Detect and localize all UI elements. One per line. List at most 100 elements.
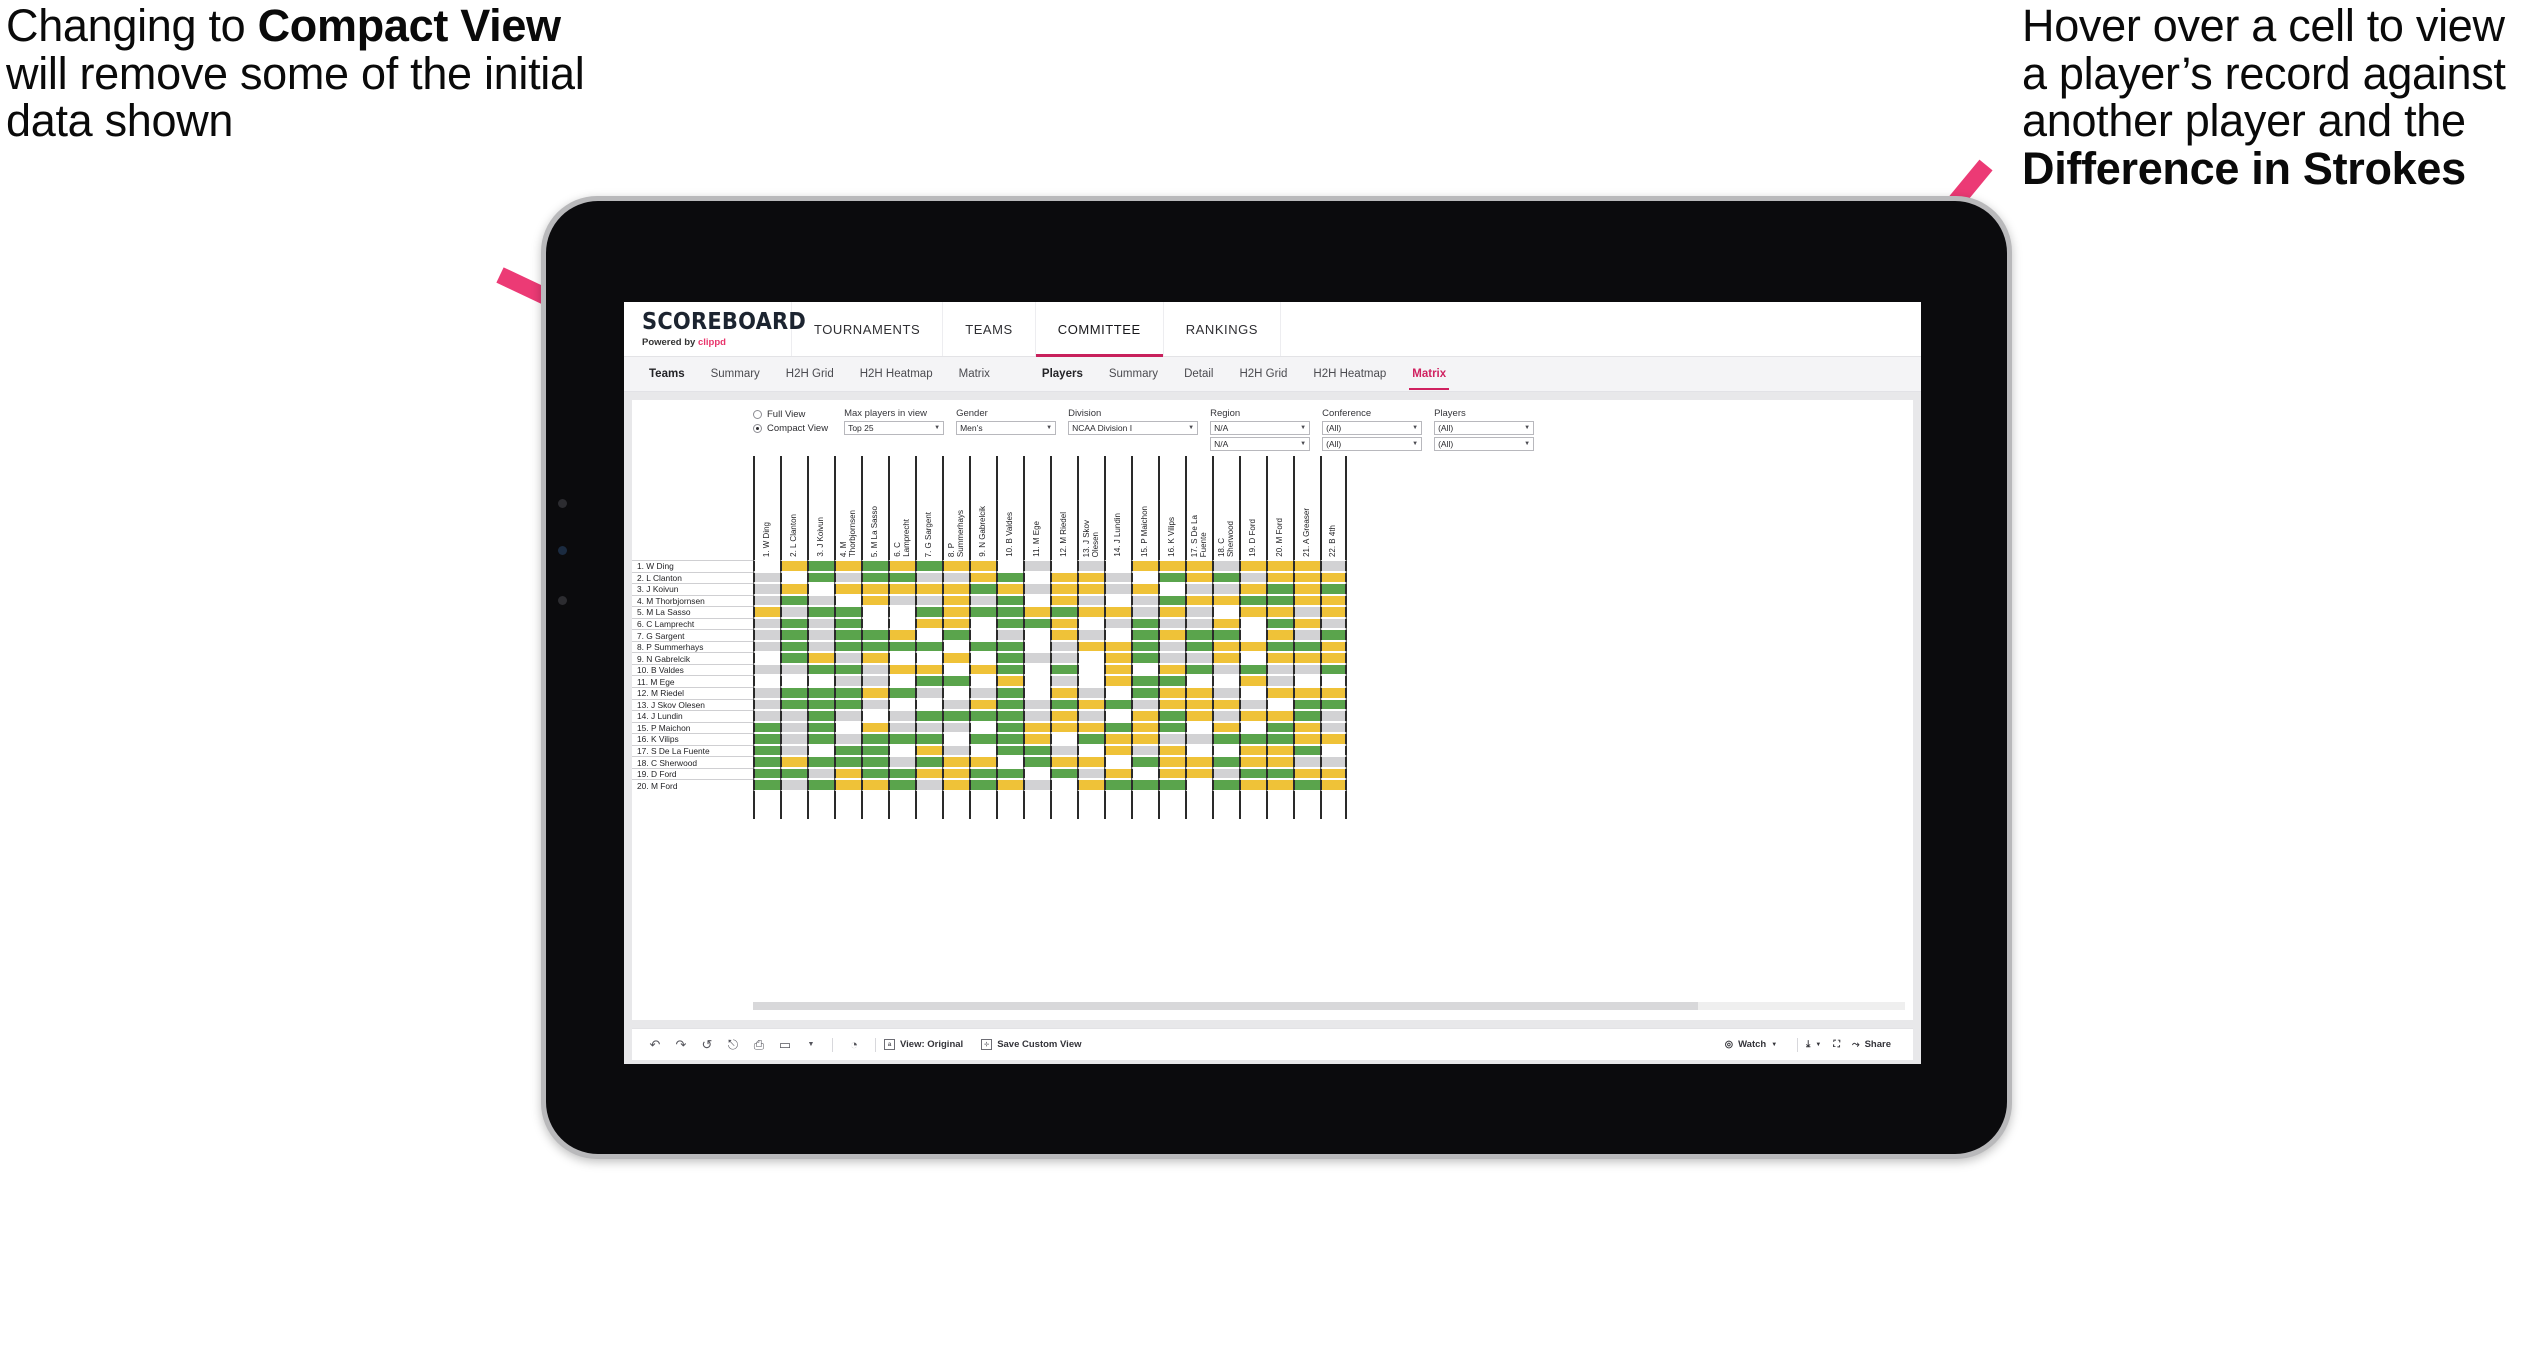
matrix-cell[interactable] [915,652,942,664]
matrix-cell[interactable] [1077,733,1104,745]
matrix-cell[interactable] [1266,640,1293,653]
matrix-cell[interactable] [1212,710,1239,722]
matrix-cell[interactable] [1185,606,1212,618]
matrix-cell[interactable] [915,756,942,768]
matrix-cell[interactable] [1050,640,1077,653]
matrix-cell[interactable] [915,698,942,711]
matrix-cell[interactable] [1050,756,1077,768]
subnav-teams[interactable]: Teams [636,357,698,392]
matrix-cell[interactable] [996,606,1023,618]
matrix-cell[interactable] [969,594,996,607]
matrix-cell[interactable] [942,663,969,676]
matrix-cell[interactable] [1239,675,1266,688]
matrix-cell[interactable] [807,756,834,768]
matrix-cell[interactable] [1050,675,1077,688]
matrix-cell[interactable] [1158,779,1185,791]
matrix-cell[interactable] [780,698,807,711]
matrix-cell[interactable] [996,675,1023,688]
matrix-cell[interactable] [1293,617,1320,630]
matrix-cell[interactable] [834,767,861,780]
matrix-cell[interactable] [1131,710,1158,722]
matrix-cell[interactable] [753,640,780,653]
matrix-cell[interactable] [888,606,915,618]
matrix-cell[interactable] [1320,675,1347,688]
matrix-cell[interactable] [888,767,915,780]
matrix-cell[interactable] [1212,767,1239,780]
matrix-cell[interactable] [1293,652,1320,664]
matrix-cell[interactable] [1266,675,1293,688]
matrix-cell[interactable] [1050,744,1077,757]
matrix-cell[interactable] [969,756,996,768]
matrix-cell[interactable] [888,721,915,734]
matrix-cell[interactable] [1158,640,1185,653]
brand-logo[interactable]: SCOREBOARD Powered by clippd [624,302,806,356]
matrix-cell[interactable] [942,617,969,630]
matrix-cell[interactable] [1320,663,1347,676]
matrix-cell[interactable] [807,629,834,641]
matrix-cell[interactable] [753,560,780,572]
matrix-cell[interactable] [915,744,942,757]
matrix-cell[interactable] [1293,594,1320,607]
matrix-cell[interactable] [1266,733,1293,745]
matrix-cell[interactable] [834,560,861,572]
matrix-cell[interactable] [861,779,888,791]
matrix-cell[interactable] [1104,675,1131,688]
matrix-cell[interactable] [969,560,996,572]
matrix-cell[interactable] [1320,767,1347,780]
matrix-cell[interactable] [807,744,834,757]
matrix-cell[interactable] [1050,733,1077,745]
matrix-cell[interactable] [1023,583,1050,595]
matrix-cell[interactable] [780,640,807,653]
matrix-cell[interactable] [1023,767,1050,780]
matrix-cell[interactable] [1293,721,1320,734]
matrix-cell[interactable] [1185,779,1212,791]
matrix-cell[interactable] [1050,710,1077,722]
subnav-players[interactable]: Players [1029,357,1096,392]
matrix-cell[interactable] [1131,698,1158,711]
matrix-cell[interactable] [861,617,888,630]
matrix-cell[interactable] [969,571,996,584]
matrix-cell[interactable] [834,652,861,664]
redo-icon[interactable]: ↷ [668,1037,694,1053]
undo-icon[interactable]: ↶ [642,1037,668,1053]
matrix-cell[interactable] [1077,744,1104,757]
matrix-cell[interactable] [888,652,915,664]
matrix-cell[interactable] [780,756,807,768]
matrix-cell[interactable] [753,606,780,618]
matrix-cell[interactable] [753,687,780,699]
matrix-cell[interactable] [1104,571,1131,584]
matrix-cell[interactable] [1104,744,1131,757]
matrix-cell[interactable] [1320,560,1347,572]
matrix-cell[interactable] [834,617,861,630]
matrix-cell[interactable] [1077,687,1104,699]
matrix-cell[interactable] [1239,640,1266,653]
matrix-cell[interactable] [807,617,834,630]
matrix-cell[interactable] [1077,583,1104,595]
matrix-cell[interactable] [996,698,1023,711]
matrix-cell[interactable] [1293,629,1320,641]
matrix-cell[interactable] [861,675,888,688]
matrix-cell[interactable] [1212,652,1239,664]
matrix-cell[interactable] [807,779,834,791]
matrix-cell[interactable] [1131,779,1158,791]
matrix-cell[interactable] [888,710,915,722]
matrix-cell[interactable] [1158,583,1185,595]
matrix-cell[interactable] [1050,606,1077,618]
view-original-button[interactable]: a View: Original [884,1039,963,1050]
matrix-cell[interactable] [1050,583,1077,595]
matrix-cell[interactable] [1185,733,1212,745]
matrix-cell[interactable] [1266,779,1293,791]
matrix-cell[interactable] [1212,617,1239,630]
matrix-cell[interactable] [834,687,861,699]
matrix-cell[interactable] [1104,629,1131,641]
matrix-cell[interactable] [1158,663,1185,676]
matrix-cell[interactable] [1158,675,1185,688]
matrix-cell[interactable] [1104,594,1131,607]
matrix-cell[interactable] [996,640,1023,653]
radio-compact-view[interactable]: Compact View [753,423,828,434]
matrix-cell[interactable] [1320,687,1347,699]
matrix-cell[interactable] [753,733,780,745]
matrix-cell[interactable] [915,710,942,722]
matrix-cell[interactable] [942,606,969,618]
matrix-cell[interactable] [1239,687,1266,699]
